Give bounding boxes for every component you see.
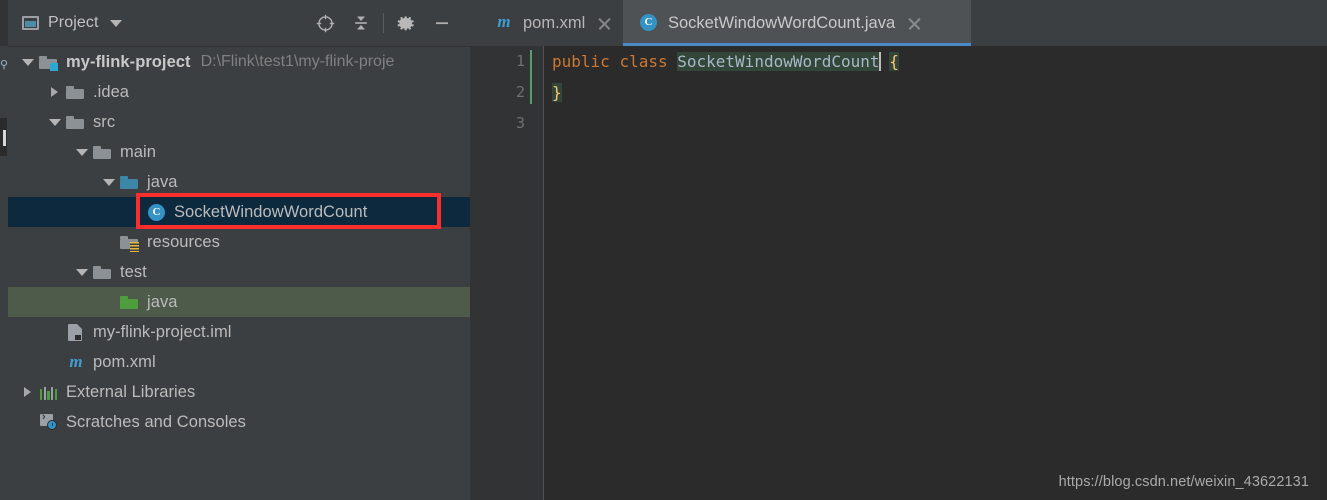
code-line-2: } <box>552 77 562 108</box>
tree-node-socketwindowwordcount[interactable]: C SocketWindowWordCount <box>8 197 470 227</box>
tree-node-java[interactable]: java <box>8 167 470 197</box>
editor-area: m pom.xml C SocketWindowWordCount.java 123 … <box>470 0 1327 500</box>
folder-icon <box>93 263 113 281</box>
test-source-folder-icon <box>120 293 140 311</box>
tree-node-pom-xml[interactable]: m pom.xml <box>8 347 470 377</box>
tree-node-my-flink-project[interactable]: my-flink-project D:\Flink\test1\my-flink-… <box>8 47 470 77</box>
project-view-selector[interactable]: Project <box>22 10 122 36</box>
close-brace: } <box>552 83 562 102</box>
chevron-down-icon[interactable] <box>76 146 88 158</box>
close-icon[interactable] <box>597 16 610 31</box>
tree-node-label: SocketWindowWordCount <box>174 202 368 221</box>
chevron-down-icon[interactable] <box>103 176 115 188</box>
tree-node-label: src <box>93 112 116 131</box>
tree-node-test[interactable]: test <box>8 257 470 287</box>
editor-tab-label: SocketWindowWordCount.java <box>668 13 896 32</box>
keyword-public: public <box>552 52 610 71</box>
editor-tab-label: pom.xml <box>523 13 586 32</box>
tool-window-strip: ⚲ <box>0 0 8 500</box>
maven-file-icon: m <box>497 12 511 31</box>
tree-node-label: pom.xml <box>93 352 156 371</box>
tree-node-scratches-and-consoles[interactable]: Scratches and Consoles <box>8 407 470 437</box>
tree-twisty-placeholder <box>103 236 115 248</box>
watermark-text: https://blog.csdn.net/weixin_43622131 <box>1058 474 1309 490</box>
scratches-consoles-icon <box>39 411 59 431</box>
java-class-icon: C <box>147 203 167 221</box>
tree-twisty-placeholder <box>49 326 61 338</box>
tree-twisty-placeholder <box>130 206 142 218</box>
chevron-down-icon[interactable] <box>22 56 34 68</box>
maven-file-icon: m <box>69 352 83 371</box>
close-icon[interactable] <box>907 16 922 31</box>
class-name-identifier: SocketWindowWordCount <box>677 52 880 71</box>
module-folder-icon <box>39 53 59 71</box>
chevron-right-icon[interactable] <box>22 386 34 398</box>
folder-icon <box>66 113 86 131</box>
folder-icon <box>93 143 113 161</box>
settings-gear-icon[interactable] <box>388 9 424 37</box>
vcs-change-marker <box>530 50 532 104</box>
chevron-down-icon[interactable] <box>76 266 88 278</box>
project-tool-window: Project my-flink-project D:\Flink\test1\… <box>8 0 470 500</box>
tree-node-label: java <box>147 292 178 311</box>
external-libraries-icon <box>39 383 59 401</box>
editor-tab-socketwindowwordcount-java[interactable]: C SocketWindowWordCount.java <box>623 0 971 46</box>
tree-node-label: External Libraries <box>66 382 196 401</box>
tree-twisty-placeholder <box>49 356 61 368</box>
open-brace: { <box>889 52 899 71</box>
tree-node-java[interactable]: java <box>8 287 470 317</box>
toolbar-divider <box>383 13 384 33</box>
line-number: 3 <box>515 114 525 132</box>
resources-folder-icon <box>120 233 140 252</box>
folder-icon <box>66 83 86 101</box>
tree-node-label: my-flink-project <box>66 52 191 71</box>
idea-window: ⚲ Project my-flink-project D:\Flink\test… <box>0 0 1327 500</box>
chevron-down-icon[interactable] <box>109 19 122 27</box>
editor-tabs-bar: m pom.xml C SocketWindowWordCount.java <box>470 0 1327 46</box>
tree-node-label: my-flink-project.iml <box>93 322 232 341</box>
code-editor[interactable]: public class SocketWindowWordCount { } <box>544 46 1327 500</box>
tree-node-label: Scratches and Consoles <box>66 412 246 431</box>
project-tree: my-flink-project D:\Flink\test1\my-flink-… <box>8 47 470 437</box>
line-number: 1 <box>515 52 525 70</box>
tree-node-label: java <box>147 172 178 191</box>
tree-node-label: .idea <box>93 82 130 101</box>
project-panel-title: Project <box>48 14 99 31</box>
tree-twisty-placeholder <box>22 416 34 428</box>
line-number: 2 <box>515 83 525 101</box>
tree-node-path: D:\Flink\test1\my-flink-proje <box>200 53 395 70</box>
select-opened-file-icon[interactable] <box>307 9 343 37</box>
strip-glyph-icon: ⚲ <box>0 59 8 71</box>
iml-file-icon <box>66 323 86 341</box>
project-window-icon <box>22 16 39 30</box>
tree-node-src[interactable]: src <box>8 107 470 137</box>
project-panel-header: Project <box>8 0 470 47</box>
chevron-right-icon[interactable] <box>49 86 61 98</box>
text-caret <box>878 52 881 71</box>
hide-panel-icon[interactable] <box>424 9 460 37</box>
tree-node-external-libraries[interactable]: External Libraries <box>8 377 470 407</box>
chevron-down-icon[interactable] <box>49 116 61 128</box>
editor-gutter: 1 2 3 <box>470 46 543 500</box>
tree-node-label: main <box>120 142 156 161</box>
strip-marker-accent <box>3 130 6 146</box>
java-class-icon: C <box>639 13 659 33</box>
editor-tab-pom-xml[interactable]: m pom.xml <box>478 0 623 46</box>
tree-twisty-placeholder <box>103 296 115 308</box>
code-line-1: public class SocketWindowWordCount { <box>552 46 899 77</box>
collapse-all-icon[interactable] <box>343 9 379 37</box>
tree-node-resources[interactable]: resources <box>8 227 470 257</box>
project-panel-toolbar <box>307 9 460 37</box>
tree-node-main[interactable]: main <box>8 137 470 167</box>
tree-node-my-flink-project-iml[interactable]: my-flink-project.iml <box>8 317 470 347</box>
source-folder-icon <box>120 173 140 191</box>
tree-node-label: resources <box>147 232 220 251</box>
keyword-class: class <box>619 52 668 71</box>
tree-node--idea[interactable]: .idea <box>8 77 470 107</box>
tool-strip-header <box>0 0 8 46</box>
tree-node-label: test <box>120 262 147 281</box>
